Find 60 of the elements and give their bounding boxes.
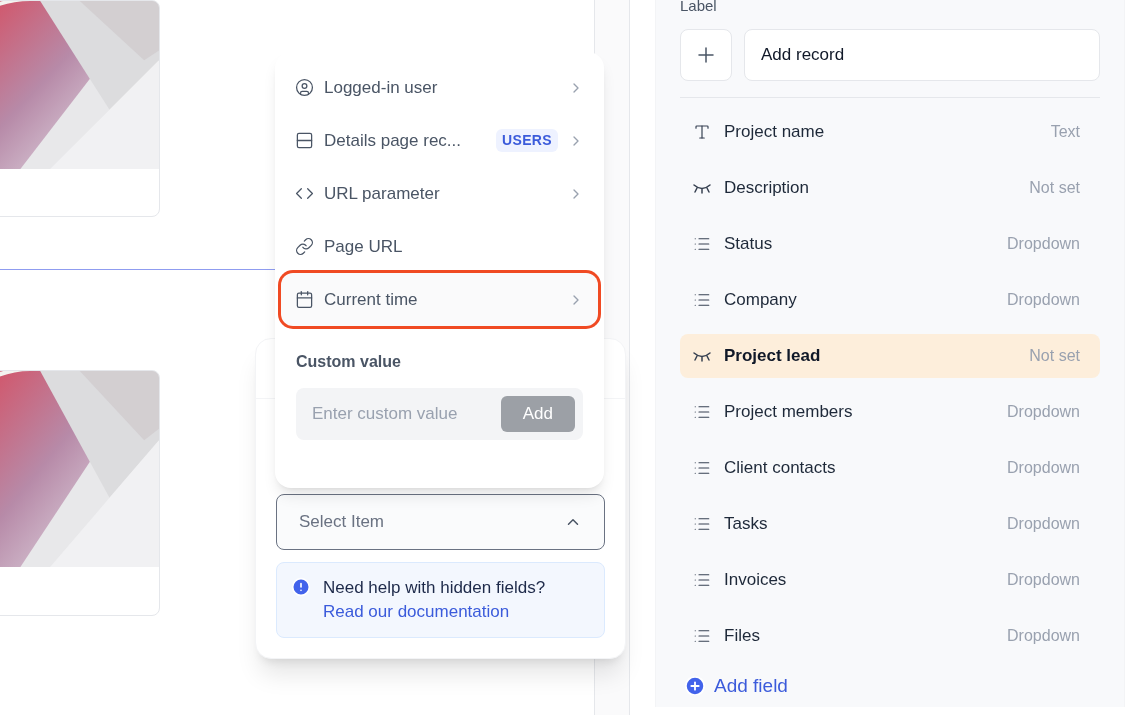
field-row[interactable]: Invoices Dropdown <box>680 558 1100 602</box>
documentation-link[interactable]: Read our documentation <box>323 599 546 625</box>
field-name: Project members <box>724 401 854 424</box>
list-icon <box>693 627 711 645</box>
field-type: Dropdown <box>1007 402 1081 422</box>
field-row[interactable]: Description Not set <box>680 166 1100 210</box>
field-name: Project name <box>724 121 826 144</box>
field-row[interactable]: Project members Dropdown <box>680 390 1100 434</box>
field-type: Dropdown <box>1007 514 1081 534</box>
record-field[interactable]: Add record <box>744 29 1100 81</box>
menu-item[interactable]: Logged-in user <box>281 61 598 114</box>
field-type: Dropdown <box>1007 570 1081 590</box>
field-row[interactable]: Client contacts Dropdown <box>680 446 1100 490</box>
field-type: Dropdown <box>1007 290 1081 310</box>
rows-icon <box>295 131 314 150</box>
field-name: Tasks <box>724 513 769 536</box>
field-name: Files <box>724 625 761 648</box>
field-row[interactable]: Tasks Dropdown <box>680 502 1100 546</box>
list-icon <box>693 291 711 309</box>
calendar-icon <box>295 290 314 309</box>
field-row[interactable]: Company Dropdown <box>680 278 1100 322</box>
menu-item[interactable]: URL parameter <box>281 167 598 220</box>
list-icon <box>693 515 711 533</box>
field-type: Dropdown <box>1007 234 1081 254</box>
closed-eye-icon <box>692 182 712 194</box>
field-type: Text <box>1050 122 1081 142</box>
field-name: Client contacts <box>724 457 837 480</box>
text-icon <box>693 123 711 141</box>
field-name: Company <box>724 289 798 312</box>
link-icon <box>295 237 314 256</box>
plus-circle-icon <box>684 675 706 698</box>
list-icon <box>693 459 711 477</box>
alert-icon <box>291 577 311 597</box>
label-heading: Label <box>680 0 718 16</box>
list-icon <box>693 571 711 589</box>
menu-item[interactable]: Page URL <box>281 220 598 273</box>
field-row[interactable]: Files Dropdown <box>680 614 1100 658</box>
list-icon <box>693 403 711 421</box>
user-circle-icon <box>295 78 314 97</box>
field-row[interactable]: Status Dropdown <box>680 222 1100 266</box>
select-dropdown[interactable]: Select Item <box>276 494 605 550</box>
field-name: Project lead <box>724 345 822 368</box>
field-row[interactable]: Project name Text <box>680 110 1100 154</box>
field-name: Status <box>724 233 774 256</box>
menu-item[interactable]: Current time <box>281 273 598 326</box>
help-title: Need help with hidden fields? <box>323 577 546 599</box>
add-field-link[interactable]: Add field <box>680 672 1100 701</box>
field-name: Invoices <box>724 569 788 592</box>
menu-item[interactable]: Details page rec... USERS <box>281 114 598 167</box>
add-button[interactable] <box>680 29 732 81</box>
field-row[interactable]: Project lead Not set <box>680 334 1100 378</box>
custom-value-label: Custom value <box>296 352 402 372</box>
closed-eye-icon <box>692 350 712 362</box>
field-name: Description <box>724 177 811 200</box>
field-type: Dropdown <box>1007 458 1081 478</box>
users-badge: USERS <box>496 129 558 152</box>
field-type: Not set <box>1029 178 1081 198</box>
field-type: Not set <box>1029 346 1081 366</box>
field-type: Dropdown <box>1007 626 1081 646</box>
list-icon <box>693 235 711 253</box>
